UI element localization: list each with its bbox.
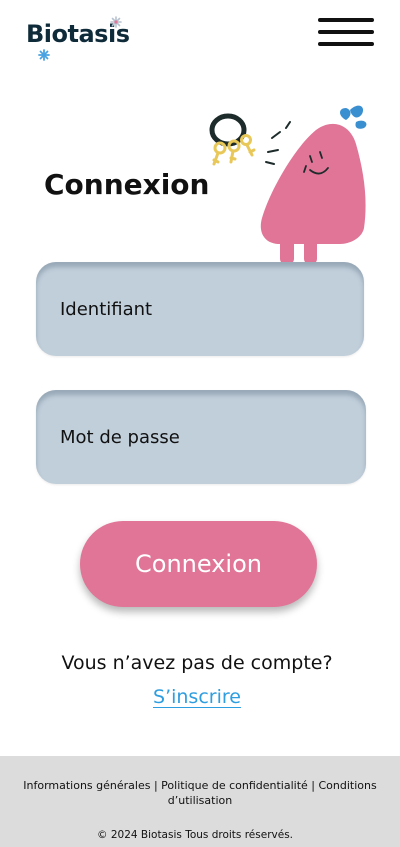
- no-account-text: Vous n’avez pas de compte?: [61, 652, 333, 674]
- menu-line: [318, 18, 374, 22]
- username-field[interactable]: [36, 262, 364, 356]
- footer-link-general-info[interactable]: Informations générales: [23, 779, 150, 792]
- flower-icon: [110, 16, 122, 28]
- page-footer: Informations générales | Politique de co…: [0, 756, 400, 847]
- footer-links: Informations générales | Politique de co…: [20, 778, 380, 808]
- page-title: Connexion: [44, 168, 210, 201]
- mascot-with-keys-illustration: [209, 105, 367, 264]
- password-field[interactable]: [36, 390, 366, 484]
- menu-line: [318, 42, 374, 46]
- flower-icon: [38, 49, 50, 61]
- footer-link-privacy-policy[interactable]: Politique de confidentialité: [161, 779, 308, 792]
- footer-separator: |: [307, 779, 319, 792]
- menu-line: [318, 30, 374, 34]
- signup-link[interactable]: S’inscrire: [0, 686, 394, 708]
- copyright-text: © 2024 Biotasis Tous droits réservés.: [97, 829, 293, 841]
- hamburger-menu-icon[interactable]: [318, 18, 374, 48]
- biotasis-logo[interactable]: Biotasis: [24, 14, 130, 64]
- app-header: Biotasis: [0, 0, 400, 80]
- login-button[interactable]: Connexion: [80, 521, 317, 607]
- footer-separator: |: [150, 779, 162, 792]
